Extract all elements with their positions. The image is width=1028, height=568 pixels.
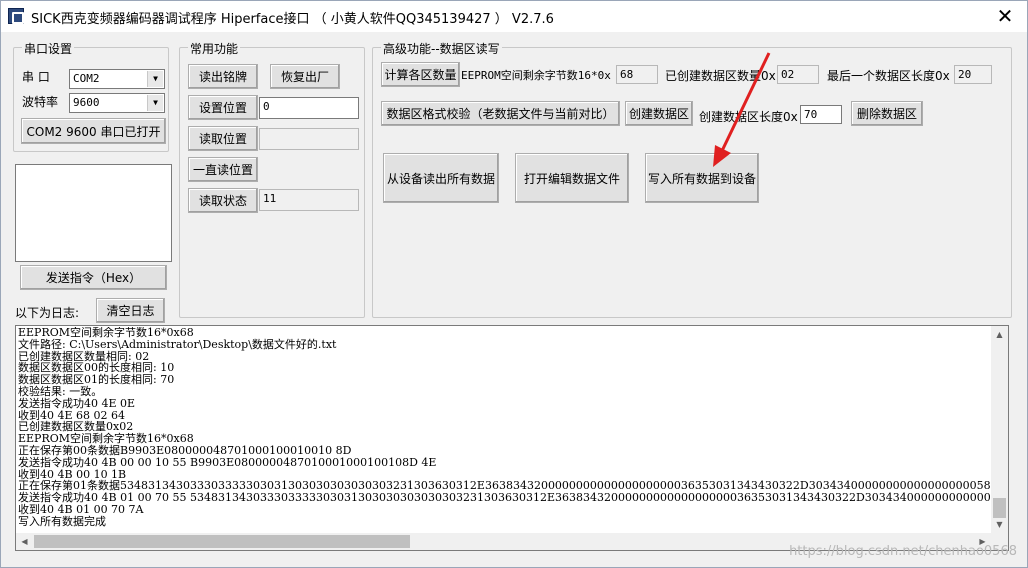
log-line: 发送指令成功40 4B 00 00 10 55 B9903E0800000487…: [18, 455, 437, 469]
scroll-up-icon[interactable]: ▲: [991, 326, 1008, 343]
eeprom-remaining-value: 68: [616, 65, 658, 84]
port-label: 串 口: [22, 70, 50, 84]
log-line: 正在保存第00条数据B9903E080000048701000100010010…: [18, 443, 352, 457]
app-icon: [8, 8, 24, 24]
open-edit-file-button[interactable]: 打开编辑数据文件: [515, 153, 629, 203]
title-bar[interactable]: SICK西克变频器编码器调试程序 Hiperface接口 （ 小黄人软件QQ34…: [1, 1, 1027, 32]
advanced-group-label: 高级功能--数据区读写: [381, 40, 502, 57]
log-line: 数据区数据区01的长度相同: 70: [18, 373, 175, 387]
read-status-value: 11: [259, 189, 359, 211]
last-zone-length-label: 最后一个数据区长度0x: [827, 69, 950, 83]
common-group-label: 常用功能: [188, 40, 241, 57]
log-line: 收到40 4B 01 00 70 7A: [18, 502, 144, 516]
log-line: 发送指令成功40 4B 01 00 70 55 5348313430333033…: [18, 491, 992, 505]
baud-select[interactable]: 9600 ▼: [69, 93, 165, 113]
read-position-button[interactable]: 读取位置: [188, 126, 258, 151]
calc-zones-button[interactable]: 计算各区数量: [381, 62, 460, 87]
command-input[interactable]: [15, 164, 172, 262]
log-vertical-scrollbar[interactable]: ▲ ▼: [991, 326, 1008, 533]
read-all-data-button[interactable]: 从设备读出所有数据: [383, 153, 499, 203]
log-line: 发送指令成功40 4E 0E: [18, 396, 136, 410]
delete-zone-button[interactable]: 删除数据区: [851, 101, 923, 126]
log-line: 校验结果: 一致。: [18, 384, 103, 398]
chevron-down-icon[interactable]: ▼: [147, 95, 163, 111]
format-check-button[interactable]: 数据区格式校验（老数据文件与当前对比）: [381, 101, 620, 126]
read-nameplate-button[interactable]: 读出铭牌: [188, 64, 258, 89]
continuous-read-button[interactable]: 一直读位置: [188, 157, 258, 182]
red-arrow-annotation: [713, 52, 771, 167]
log-horizontal-thumb[interactable]: [34, 535, 410, 548]
last-zone-length-value: 20: [954, 65, 992, 84]
chevron-down-icon[interactable]: ▼: [147, 71, 163, 87]
read-status-button[interactable]: 读取状态: [188, 188, 258, 213]
port-select[interactable]: COM2 ▼: [69, 69, 165, 89]
serial-group-label: 串口设置: [22, 40, 75, 57]
log-line: 写入所有数据完成: [18, 514, 106, 528]
eeprom-remaining-label: EEPROM空间剩余字节数16*0x: [461, 69, 611, 82]
baud-label: 波特率: [22, 95, 59, 109]
baud-select-value: 9600: [73, 96, 100, 109]
port-select-value: COM2: [73, 72, 100, 85]
set-position-input[interactable]: 0: [259, 97, 359, 119]
factory-reset-button[interactable]: 恢复出厂: [270, 64, 340, 89]
create-zone-length-input[interactable]: 70: [800, 105, 842, 124]
watermark: https://blog.csdn.net/chenhao0568: [789, 544, 1017, 559]
scroll-down-icon[interactable]: ▼: [991, 516, 1008, 533]
created-zones-value: 02: [777, 65, 819, 84]
create-zone-button[interactable]: 创建数据区: [625, 101, 693, 126]
read-position-value: [259, 128, 359, 150]
log-lines: EEPROM空间剩余字节数16*0x68 文件路径: C:\Users\Admin…: [18, 327, 992, 528]
window-title: SICK西克变频器编码器调试程序 Hiperface接口 （ 小黄人软件QQ34…: [31, 12, 554, 27]
log-output[interactable]: EEPROM空间剩余字节数16*0x68 文件路径: C:\Users\Admin…: [15, 325, 1009, 551]
scroll-left-icon[interactable]: ◀: [16, 533, 33, 550]
set-position-button[interactable]: 设置位置: [188, 95, 258, 120]
app-window: SICK西克变频器编码器调试程序 Hiperface接口 （ 小黄人软件QQ34…: [0, 0, 1028, 568]
close-icon[interactable]: ✕: [987, 3, 1023, 29]
serial-status-button[interactable]: COM2 9600 串口已打开: [21, 118, 166, 144]
send-command-button[interactable]: 发送指令（Hex）: [20, 265, 167, 290]
clear-log-button[interactable]: 清空日志: [96, 298, 165, 323]
log-line: 收到40 4E 68 02 64: [18, 408, 126, 422]
log-label: 以下为日志:: [15, 306, 80, 320]
log-vertical-thumb[interactable]: [993, 498, 1006, 518]
log-line: 文件路径: C:\Users\Administrator\Desktop\数据文…: [18, 337, 337, 351]
